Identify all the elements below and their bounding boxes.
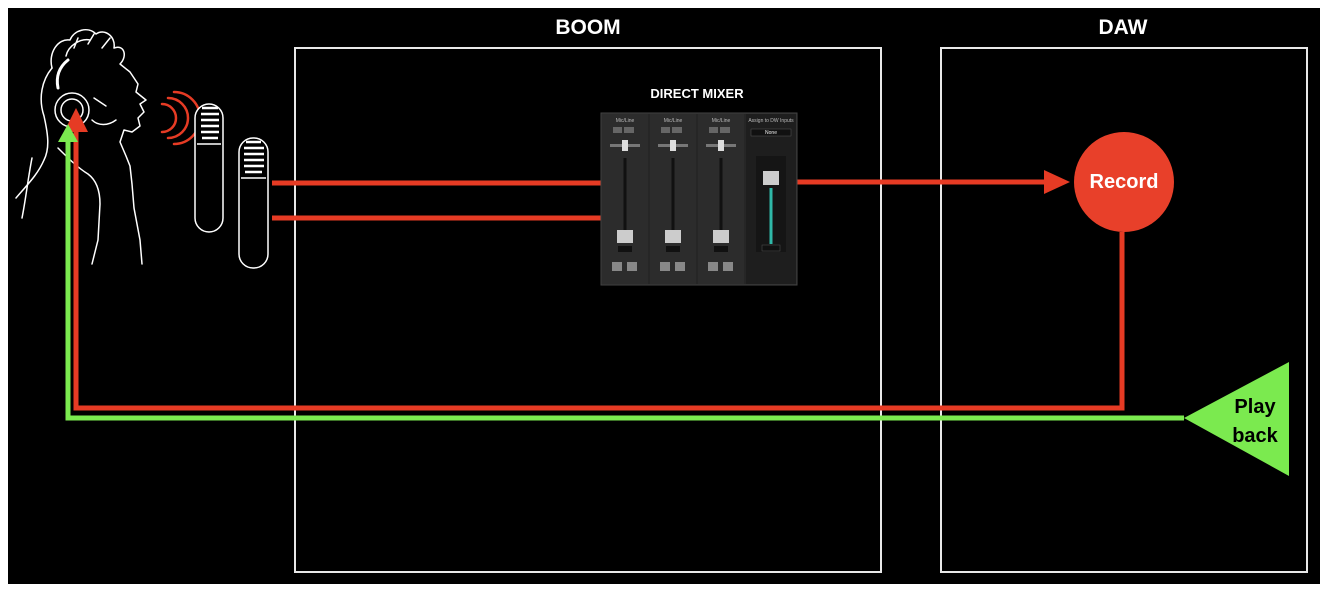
singer-with-headphones-icon: [15, 29, 147, 265]
microphone-icon: [238, 137, 269, 269]
signal-flow-diagram: BOOM DAW DIRECT MIXER Mic/Line Mic/Line …: [8, 8, 1320, 584]
mixer-channel-label: Mic/Line: [711, 118, 731, 124]
record-arrow-head: [1044, 170, 1070, 194]
input-signal-lines: [272, 180, 605, 221]
microphone-icon: [194, 103, 224, 233]
direct-mixer-title: DIRECT MIXER: [650, 86, 744, 101]
mixer-channel-label: Mic/Line: [615, 118, 635, 124]
mixer-master-label: Assign to DW Inputs: [748, 118, 794, 124]
mixer-channel-2: [650, 114, 696, 284]
mixer-channel-3: [698, 114, 744, 284]
playback-label: Play back: [1220, 393, 1290, 451]
mixer-master-section: [746, 114, 796, 284]
playback-label-line2: back: [1232, 425, 1278, 447]
boom-section-title: BOOM: [555, 16, 621, 39]
daw-section-title: DAW: [1098, 16, 1148, 39]
playback-label-line1: Play: [1234, 396, 1276, 418]
mixer-channel-1: [602, 114, 648, 284]
record-label: Record: [1089, 171, 1159, 193]
mixer-channel-label: Mic/Line: [663, 118, 683, 124]
monitor-return-line: [73, 126, 1125, 411]
direct-mixer-panel: [600, 112, 798, 286]
mixer-master-select: None: [765, 130, 777, 136]
